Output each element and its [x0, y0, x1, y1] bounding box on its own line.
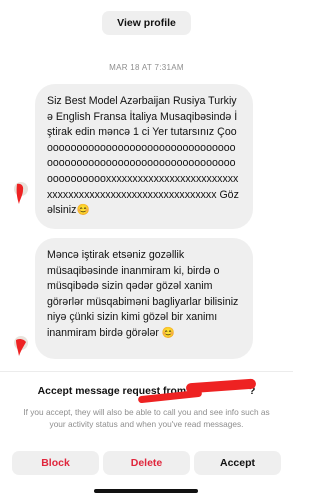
view-profile-button[interactable]: View profile — [102, 11, 191, 35]
sender-avatar[interactable] — [14, 336, 28, 356]
request-info: If you accept, they will also be able to… — [23, 407, 270, 429]
home-indicator[interactable] — [94, 489, 198, 493]
message-timestamp: MAR 18 AT 7:31AM — [109, 63, 184, 72]
accept-button[interactable]: Accept — [194, 451, 281, 475]
block-button[interactable]: Block — [12, 451, 99, 475]
delete-button[interactable]: Delete — [103, 451, 190, 475]
redaction-mark — [16, 183, 24, 204]
divider — [0, 371, 293, 372]
sender-avatar[interactable] — [14, 182, 28, 204]
redaction-mark — [16, 338, 26, 356]
message-bubble: Siz Best Model Azərbaijan Rusiya Turkiyə… — [35, 84, 253, 229]
message-bubble: Məncə iştirak etsəniz gozəllik müsaqibəs… — [35, 238, 253, 359]
